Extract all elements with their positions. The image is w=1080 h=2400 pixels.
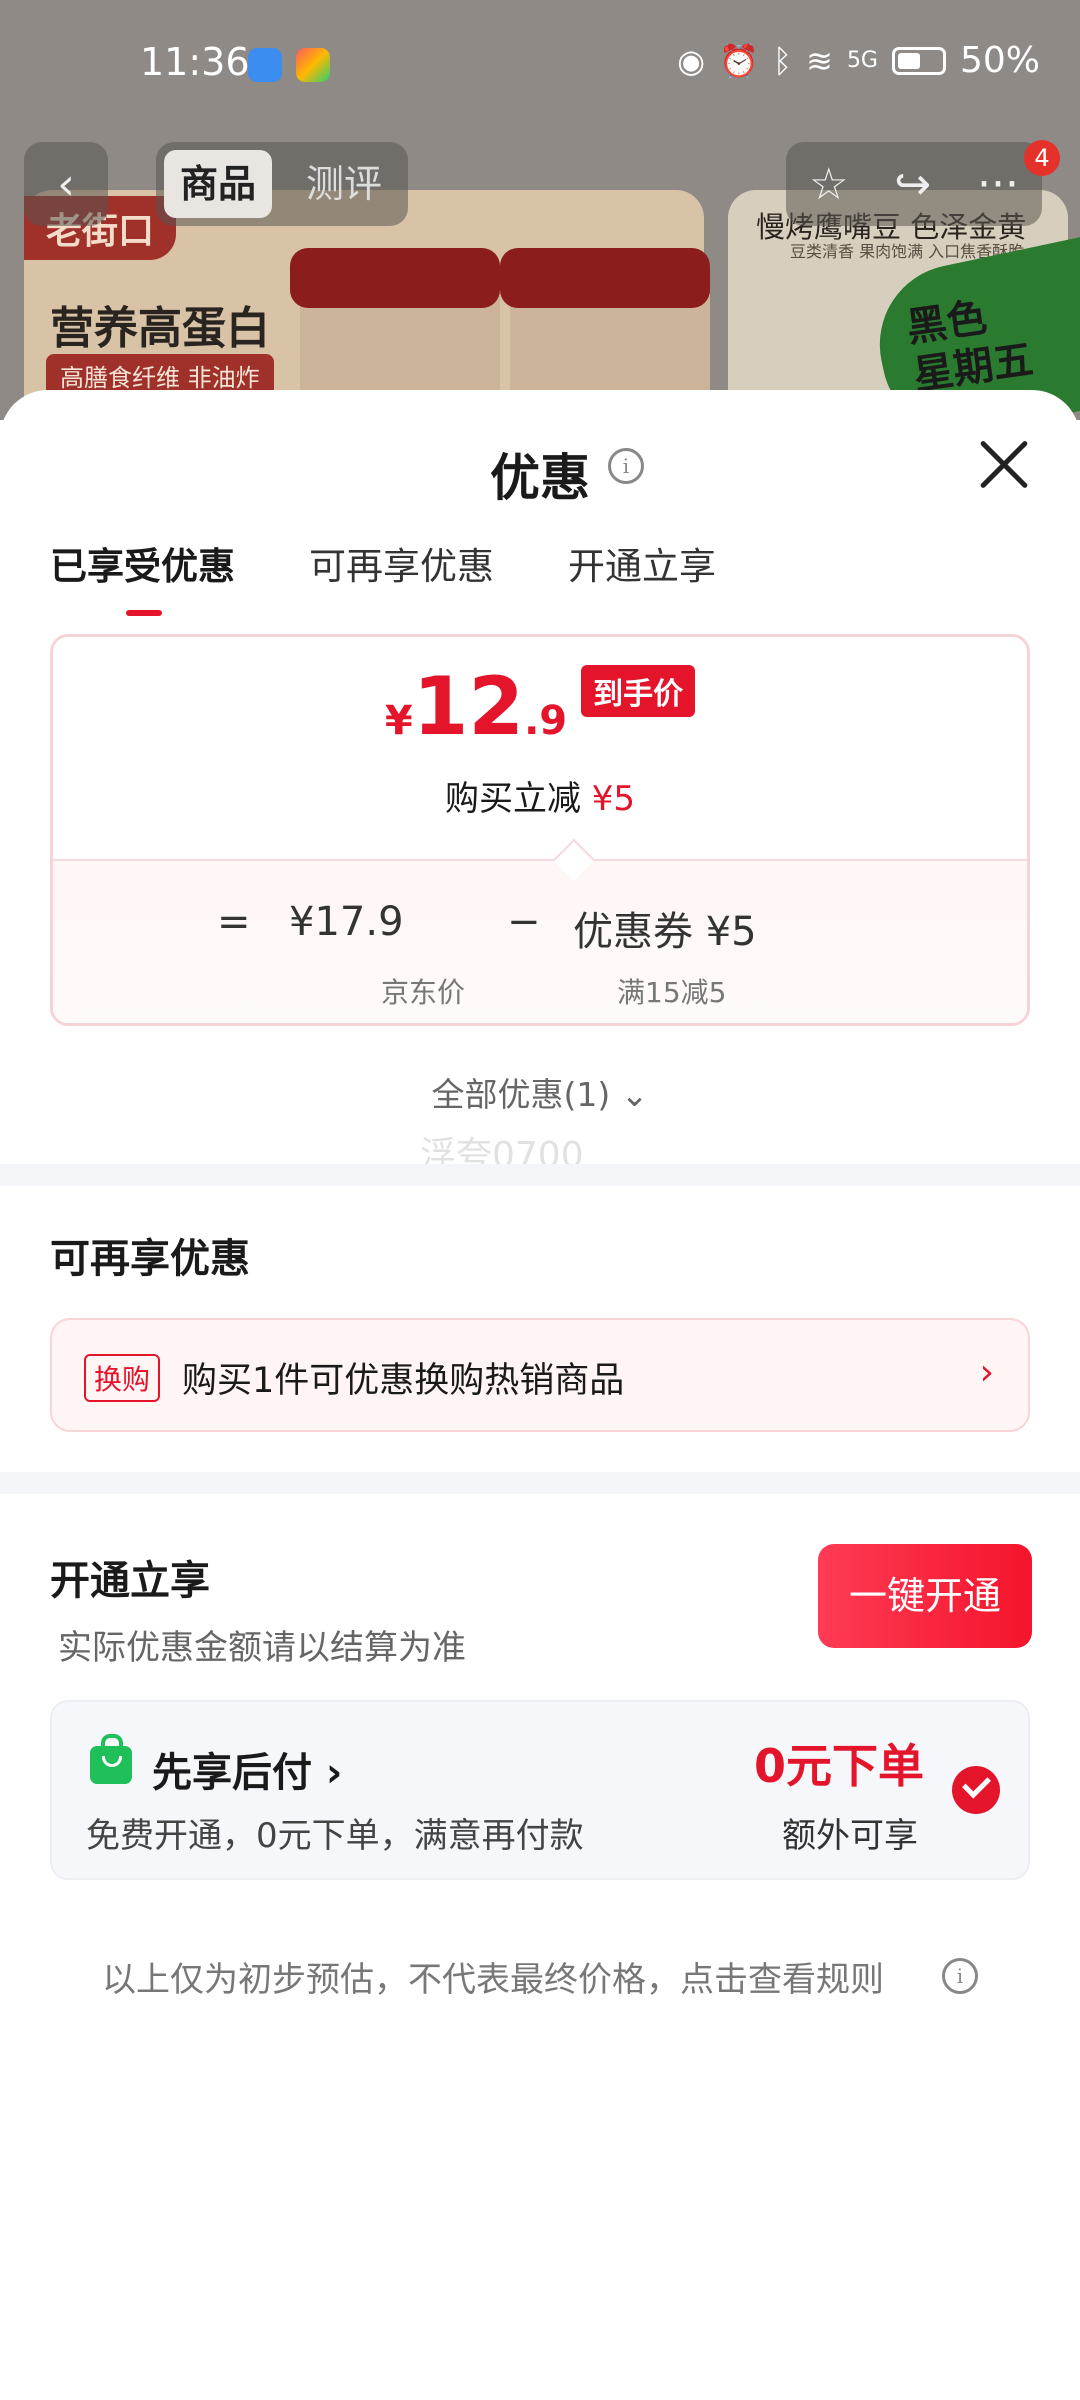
zero-order-subtitle: 额外可享 bbox=[782, 1816, 918, 1856]
pay-later-card[interactable]: 先享后付 › 免费开通，0元下单，满意再付款 0元下单 额外可享 bbox=[50, 1700, 1030, 1880]
section-divider bbox=[0, 1164, 1080, 1186]
swap-deal-text: 购买1件可优惠换购热销商品 bbox=[182, 1361, 625, 1401]
zero-order-title: 0元下单 bbox=[754, 1739, 925, 1793]
jd-price: ¥17.9 bbox=[289, 899, 404, 945]
tab-open-deals[interactable]: 开通立享 bbox=[568, 536, 716, 590]
tab-enjoyed-deals[interactable]: 已享受优惠 bbox=[50, 536, 235, 616]
status-icons: ◉ ⏰ ᛒ ≋ 5G 50% bbox=[677, 40, 1040, 81]
shopping-bag-icon bbox=[90, 1734, 132, 1784]
open-deals-subtitle: 实际优惠金额请以结算为准 bbox=[58, 1628, 466, 1668]
info-icon[interactable]: i bbox=[942, 1958, 978, 1994]
jar-lid bbox=[290, 248, 500, 308]
tab-more-deals[interactable]: 可再享优惠 bbox=[309, 536, 494, 590]
sheet-title: 优惠 bbox=[490, 449, 590, 507]
more-deals-title: 可再享优惠 bbox=[50, 1236, 250, 1282]
promo-badge-text: 黑色 星期五 bbox=[904, 294, 1036, 399]
instant-discount: 购买立减 ¥5 bbox=[444, 779, 636, 819]
one-click-open-button[interactable]: 一键开通 bbox=[818, 1544, 1032, 1648]
tab-product[interactable]: 商品 bbox=[164, 150, 273, 218]
jar-lid bbox=[500, 248, 710, 308]
more-icon[interactable]: ··· bbox=[977, 159, 1019, 210]
back-button[interactable]: ‹ bbox=[24, 142, 108, 226]
coupon-amount: 优惠券 ¥5 bbox=[573, 909, 757, 955]
swap-deal-row[interactable]: 换购 购买1件可优惠换购热销商品 › bbox=[50, 1318, 1030, 1432]
nav-actions: ☆ ↪ ··· bbox=[786, 142, 1042, 226]
star-icon[interactable]: ☆ bbox=[809, 159, 848, 210]
app-notification-icon bbox=[248, 48, 282, 82]
disclaimer-text[interactable]: 以上仅为初步预估，不代表最终价格，点击查看规则 bbox=[102, 1952, 884, 2001]
info-icon[interactable]: i bbox=[608, 448, 644, 484]
all-deals-toggle[interactable]: 全部优惠(1) ⌄ bbox=[0, 1068, 1080, 1116]
banner-headline: 营养高蛋白 bbox=[50, 303, 270, 354]
share-icon[interactable]: ↪ bbox=[894, 159, 931, 210]
deal-tabs: 已享受优惠 可再享优惠 开通立享 bbox=[50, 536, 716, 616]
minus-sign: − bbox=[507, 899, 541, 945]
equals-sign: = bbox=[217, 899, 251, 945]
app-notification-icon bbox=[296, 48, 330, 82]
open-deals-title: 开通立享 bbox=[50, 1558, 210, 1604]
notification-badge: 4 bbox=[1024, 140, 1060, 176]
price-breakdown: = ¥17.9 − 优惠券 ¥5 京东价 满15减5 bbox=[53, 859, 1027, 1023]
chevron-left-icon: ‹ bbox=[57, 158, 75, 210]
alarm-icon: ⏰ bbox=[719, 41, 759, 80]
jd-price-label: 京东价 bbox=[381, 976, 466, 1009]
pay-later-description: 免费开通，0元下单，满意再付款 bbox=[86, 1816, 584, 1856]
close-button[interactable] bbox=[974, 434, 1034, 494]
signal-icon: 5G bbox=[846, 48, 878, 73]
final-price: ¥ 12 .9 到手价 bbox=[53, 665, 1027, 747]
chevron-right-icon: › bbox=[979, 1352, 994, 1393]
final-price-badge: 到手价 bbox=[581, 665, 696, 717]
swap-tag: 换购 bbox=[84, 1354, 161, 1402]
check-icon[interactable] bbox=[952, 1766, 1000, 1814]
final-price-card: ¥ 12 .9 到手价 购买立减 ¥5 = ¥17.9 − 优惠券 ¥5 京东价… bbox=[50, 634, 1030, 1026]
pay-later-title[interactable]: 先享后付 › bbox=[152, 1740, 342, 1798]
battery-percent: 50% bbox=[959, 40, 1040, 81]
status-time: 11:36 bbox=[140, 40, 250, 84]
coupon-rule-label: 满15减5 bbox=[617, 976, 727, 1009]
eye-icon: ◉ bbox=[677, 41, 706, 80]
wifi-icon: ≋ bbox=[806, 41, 833, 80]
chevron-down-icon: ⌄ bbox=[620, 1075, 649, 1114]
section-divider bbox=[0, 1472, 1080, 1494]
bluetooth-icon: ᛒ bbox=[772, 41, 793, 80]
battery-icon bbox=[891, 46, 946, 75]
product-nav-tabs: 商品 测评 bbox=[156, 142, 408, 226]
tab-review[interactable]: 测评 bbox=[290, 150, 398, 218]
